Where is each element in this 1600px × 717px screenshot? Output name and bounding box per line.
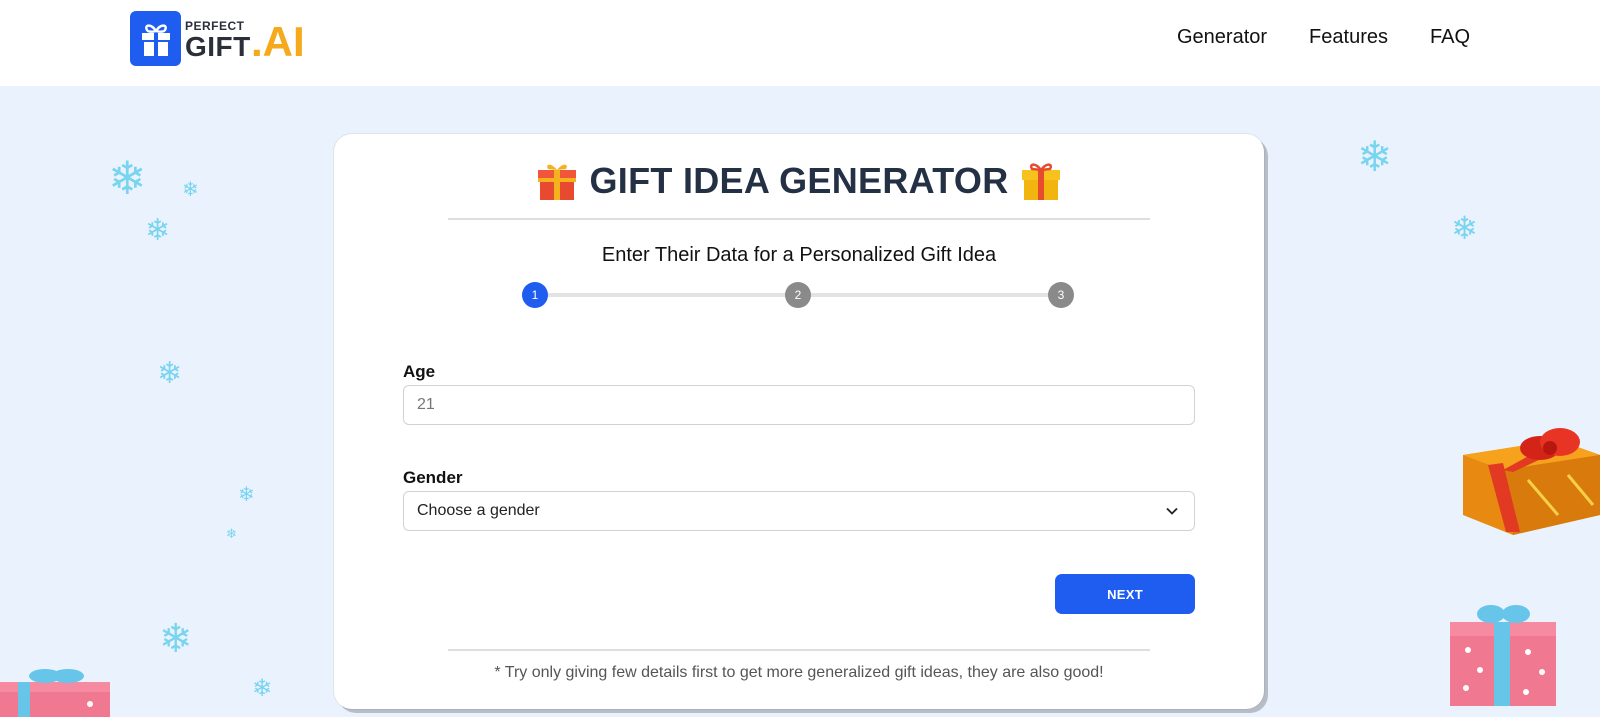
footer-divider <box>448 649 1150 651</box>
snowflake-icon: ❄ <box>226 527 237 542</box>
nav-faq[interactable]: FAQ <box>1430 26 1470 49</box>
nav-generator[interactable]: Generator <box>1177 26 1267 49</box>
next-button[interactable]: NEXT <box>1055 574 1195 614</box>
gift-icon <box>538 164 577 200</box>
page-title: GIFT IDEA GENERATOR <box>589 160 1009 201</box>
gift-decoration-icon <box>1463 428 1600 535</box>
footnote: * Try only giving few details first to g… <box>494 664 1104 681</box>
title-row: GIFT IDEA GENERATOR <box>334 160 1264 202</box>
step-3: 3 <box>1048 282 1074 308</box>
nav-features[interactable]: Features <box>1309 26 1388 49</box>
snowflake-icon: ❄ <box>108 151 147 205</box>
age-placeholder: 21 <box>417 396 435 413</box>
gender-selected: Choose a gender <box>417 502 540 519</box>
step-2: 2 <box>785 282 811 308</box>
snowflake-icon: ❄ <box>157 356 183 391</box>
step-1: 1 <box>522 282 548 308</box>
generator-card: GIFT IDEA GENERATOR Enter Their Data for… <box>334 134 1264 709</box>
title-divider <box>448 218 1150 220</box>
age-input[interactable]: 21 <box>403 385 1195 425</box>
gift-box-icon <box>130 11 181 66</box>
logo-gift: GIFT <box>185 31 251 62</box>
stepper: 1 2 3 <box>522 282 1074 308</box>
snowflake-icon: ❄ <box>252 674 273 702</box>
chevron-down-icon <box>1166 507 1178 515</box>
snowflake-icon: ❄ <box>145 213 171 248</box>
gender-select[interactable]: Choose a gender <box>403 491 1195 531</box>
snowflake-icon: ❄ <box>159 616 193 662</box>
header: PERFECT GIFT .AI Generator Features FAQ <box>0 0 1600 86</box>
gender-label: Gender <box>403 468 463 487</box>
logo-ai: .AI <box>251 18 305 65</box>
snowflake-icon: ❄ <box>238 482 255 506</box>
main-nav: Generator Features FAQ <box>1135 26 1470 49</box>
logo[interactable]: PERFECT GIFT .AI <box>130 11 325 66</box>
snowflake-icon: ❄ <box>1357 132 1393 181</box>
gift-decoration-icon <box>0 669 110 717</box>
logo-text: PERFECT GIFT .AI <box>185 11 325 66</box>
gift-decoration-icon <box>1450 605 1556 706</box>
snowflake-icon: ❄ <box>1451 209 1478 247</box>
subtitle: Enter Their Data for a Personalized Gift… <box>601 244 997 266</box>
gift-icon <box>1021 163 1060 200</box>
snowflake-icon: ❄ <box>182 177 199 201</box>
age-label: Age <box>403 362 436 381</box>
